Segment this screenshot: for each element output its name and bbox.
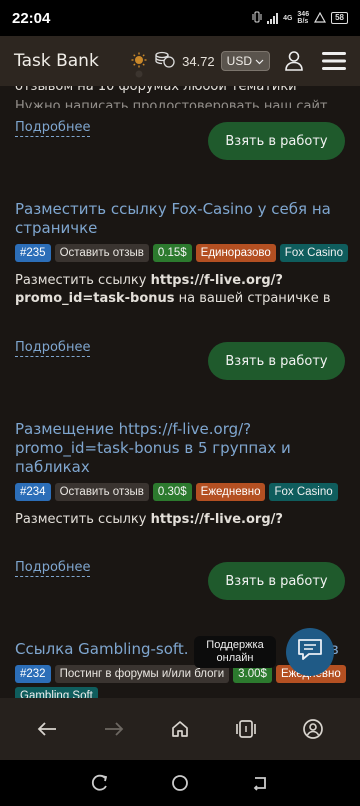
task-brand-badge: Fox Casino — [279, 244, 348, 262]
task-price-badge: 0.30$ — [152, 483, 192, 501]
task-tags: #235 Оставить отзыв 0.15$ Единоразово Fo… — [15, 244, 350, 262]
task-card: Размещение https://f-live.org/?promo_id=… — [15, 420, 350, 529]
task-list: отзывом на 10 форумах любой тематики Нуж… — [0, 86, 360, 698]
task-frequency-badge: Единоразово — [195, 244, 276, 262]
task-id-badge: #235 — [15, 244, 51, 262]
task-tags: #234 Оставить отзыв 0.30$ Ежедневно Fox … — [15, 483, 350, 501]
currency-value: USD — [226, 54, 252, 68]
theme-toggle-icon[interactable] — [130, 52, 148, 78]
network-type: 4G — [283, 14, 293, 22]
forward-arrow-icon[interactable] — [99, 714, 129, 744]
task-card: Разместить ссылку Fox-Casino у себя на с… — [15, 200, 350, 308]
task-type-badge: Оставить отзыв — [54, 244, 149, 262]
task-id-badge: #234 — [15, 483, 51, 501]
browser-toolbar — [0, 698, 360, 760]
alert-icon — [314, 11, 327, 25]
app-header: Task Bank 34.72 USD — [0, 36, 360, 86]
support-tooltip: Поддержка онлайн — [194, 636, 276, 668]
task-brand-badge: Gambling Soft — [15, 687, 98, 698]
task-id-badge: #232 — [15, 665, 51, 683]
take-task-button[interactable]: Взять в работу — [208, 122, 345, 160]
task-brand-badge: Fox Casino — [269, 483, 338, 501]
logo[interactable]: Task Bank — [14, 51, 99, 71]
status-time: 22:04 — [12, 9, 51, 27]
take-task-button[interactable]: Взять в работу — [208, 562, 345, 600]
more-link[interactable]: Подробнее — [15, 120, 91, 137]
balance-amount: 34.72 — [182, 53, 215, 69]
signal-icon — [267, 12, 279, 24]
task-title[interactable]: Размещение https://f-live.org/?promo_id=… — [15, 420, 350, 477]
recent-apps-icon[interactable] — [86, 769, 114, 797]
system-navigation-bar — [0, 760, 360, 806]
user-icon[interactable] — [284, 50, 304, 72]
currency-select[interactable]: USD — [220, 51, 270, 71]
battery-icon: 58 — [331, 12, 348, 24]
task-price-badge: 0.15$ — [152, 244, 192, 262]
task-description: Разместить ссылку https://f-live.org/?pr… — [15, 273, 331, 306]
task-description: отзывом на 10 форумах любой тематики — [15, 86, 297, 94]
back-button-icon[interactable] — [246, 769, 274, 797]
status-icons: 4G 346 B/s 58 — [252, 11, 348, 25]
vibrate-icon — [252, 11, 262, 25]
coins-icon — [154, 49, 176, 73]
hamburger-menu-icon[interactable] — [322, 51, 346, 71]
task-type-badge: Оставить отзыв — [54, 483, 149, 501]
tabs-icon[interactable] — [231, 714, 261, 744]
more-link[interactable]: Подробнее — [15, 560, 91, 577]
back-arrow-icon[interactable] — [32, 714, 62, 744]
task-card-partial: отзывом на 10 форумах любой тематики Нуж… — [15, 86, 350, 108]
chevron-down-icon — [255, 54, 264, 68]
more-link[interactable]: Подробнее — [15, 340, 91, 357]
task-title[interactable]: Разместить ссылку Fox-Casino у себя на с… — [15, 200, 350, 238]
task-frequency-badge: Ежедневно — [195, 483, 266, 501]
chat-icon — [296, 637, 324, 667]
network-speed: 346 B/s — [297, 11, 310, 25]
home-button-icon[interactable] — [166, 769, 194, 797]
status-bar: 22:04 4G 346 B/s 58 — [0, 0, 360, 36]
task-description: Нужно написать продостоверовать наш сайт — [15, 99, 328, 108]
profile-icon[interactable] — [298, 714, 328, 744]
task-description: Разместить ссылку https://f-live.org/? — [15, 512, 283, 527]
home-icon[interactable] — [165, 714, 195, 744]
support-chat-button[interactable] — [286, 628, 334, 676]
take-task-button[interactable]: Взять в работу — [208, 342, 345, 380]
